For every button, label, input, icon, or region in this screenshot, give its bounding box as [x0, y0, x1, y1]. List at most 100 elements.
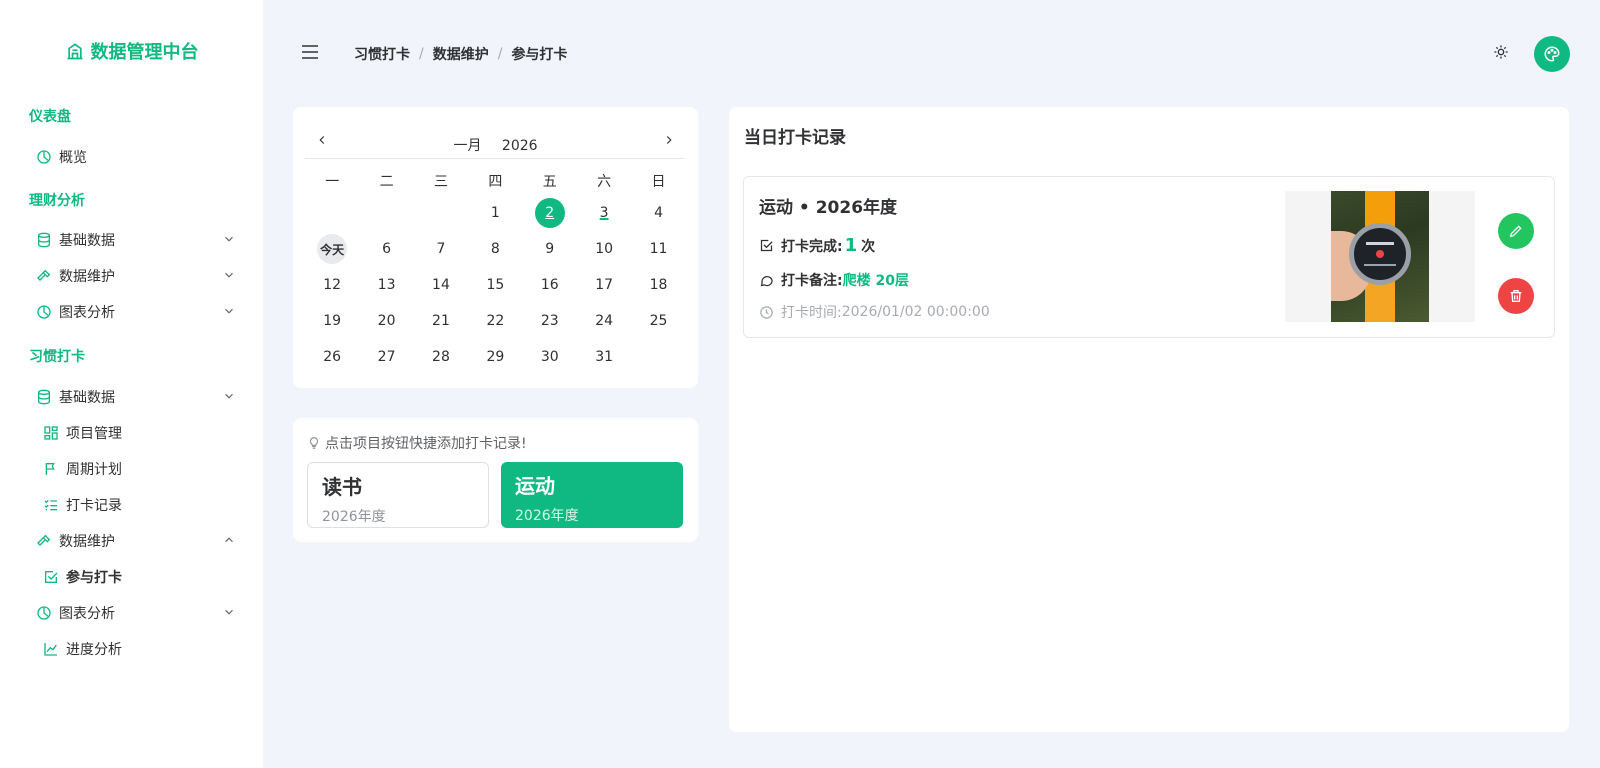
record-photo[interactable] — [1285, 191, 1475, 322]
calendar-day[interactable]: 21 — [426, 306, 456, 336]
breadcrumb-item[interactable]: 数据维护 — [433, 44, 489, 64]
breadcrumb-item[interactable]: 习惯打卡 — [354, 44, 410, 64]
calendar-day-cell[interactable]: 2 — [523, 198, 577, 228]
calendar-day-cell[interactable]: 10 — [577, 234, 631, 264]
calendar-day[interactable]: 2 — [534, 198, 565, 228]
chevron-up-icon[interactable] — [222, 533, 236, 547]
chevron-down-icon[interactable] — [222, 232, 236, 246]
habit-button-exercise[interactable]: 运动 2026年度 — [501, 462, 683, 528]
calendar-day[interactable]: 12 — [317, 270, 347, 300]
calendar-day[interactable]: 9 — [535, 234, 565, 264]
habit-button-reading[interactable]: 读书 2026年度 — [307, 462, 489, 528]
calendar-day[interactable]: 11 — [644, 234, 674, 264]
pie-chart-icon — [36, 605, 52, 621]
calendar-day[interactable]: 14 — [426, 270, 456, 300]
calendar-day-cell[interactable]: 22 — [468, 306, 522, 336]
calendar-day[interactable]: 27 — [372, 342, 402, 372]
calendar-day-cell[interactable]: 24 — [577, 306, 631, 336]
sidebar-item-habit-base[interactable]: 基础数据 — [36, 384, 236, 410]
calendar-day-cell[interactable]: 25 — [631, 306, 685, 336]
calendar-day-cell[interactable]: 6 — [359, 234, 413, 264]
calendar-day-cell[interactable]: 16 — [523, 270, 577, 300]
calendar-day[interactable]: 24 — [589, 306, 619, 336]
calendar-day[interactable]: 16 — [535, 270, 565, 300]
calendar-day-cell[interactable]: 14 — [414, 270, 468, 300]
calendar-grid: 一二三四五六日 1 2 3 4 今天 6 7 8 9 10 11 12 13 14 15 16 17 18 19 20 2… — [305, 167, 686, 375]
calendar-day[interactable]: 3 — [589, 198, 619, 228]
brand[interactable]: 数据管理中台 — [0, 36, 263, 66]
pie-chart-icon — [36, 304, 52, 320]
chevron-down-icon[interactable] — [222, 268, 236, 282]
sidebar-item-overview[interactable]: 概览 — [36, 144, 236, 170]
sidebar-item-finance-maint[interactable]: 数据维护 — [36, 263, 236, 289]
calendar-day[interactable]: 18 — [644, 270, 674, 300]
sidebar-item-finance-chart[interactable]: 图表分析 — [36, 299, 236, 325]
calendar-day-cell[interactable]: 23 — [523, 306, 577, 336]
calendar-day[interactable]: 26 — [317, 342, 347, 372]
calendar-day[interactable]: 17 — [589, 270, 619, 300]
calendar-day[interactable]: 13 — [372, 270, 402, 300]
calendar-day-cell[interactable]: 29 — [468, 342, 522, 372]
calendar-day-cell[interactable]: 17 — [577, 270, 631, 300]
sidebar-item-progress-analysis[interactable]: 进度分析 — [43, 636, 243, 662]
calendar-day-cell[interactable]: 27 — [359, 342, 413, 372]
calendar-day[interactable]: 25 — [644, 306, 674, 336]
calendar-day-cell[interactable]: 7 — [414, 234, 468, 264]
sidebar-item-habit-chart[interactable]: 图表分析 — [36, 600, 236, 626]
sidebar-item-cycle-plan[interactable]: 周期计划 — [43, 456, 243, 482]
calendar-day-cell[interactable]: 1 — [468, 198, 522, 228]
sidebar-item-label: 打卡记录 — [66, 498, 122, 514]
calendar-day-cell[interactable]: 20 — [359, 306, 413, 336]
record-done-line: 打卡完成: 1 次 — [759, 235, 875, 256]
calendar-day[interactable]: 31 — [589, 342, 619, 372]
calendar-today[interactable]: 今天 — [317, 234, 348, 264]
calendar-day-cell[interactable]: 12 — [305, 270, 359, 300]
calendar-year[interactable]: 2026 — [502, 138, 538, 154]
calendar-day-cell[interactable]: 今天 — [305, 234, 359, 264]
calendar-day[interactable]: 22 — [480, 306, 510, 336]
calendar-day-cell[interactable]: 30 — [523, 342, 577, 372]
trash-icon — [1508, 288, 1524, 304]
calendar-day-cell[interactable]: 31 — [577, 342, 631, 372]
chevron-down-icon[interactable] — [222, 389, 236, 403]
sidebar-item-checkin-records[interactable]: 打卡记录 — [43, 492, 243, 518]
calendar-day-cell[interactable]: 15 — [468, 270, 522, 300]
delete-button[interactable] — [1498, 278, 1534, 314]
calendar-day[interactable]: 4 — [644, 198, 674, 228]
calendar-day-cell[interactable]: 9 — [523, 234, 577, 264]
chevron-down-icon[interactable] — [222, 605, 236, 619]
calendar-day[interactable]: 15 — [480, 270, 510, 300]
calendar-day[interactable]: 29 — [480, 342, 510, 372]
calendar-day[interactable]: 28 — [426, 342, 456, 372]
edit-button[interactable] — [1498, 213, 1534, 249]
calendar-day-cell[interactable]: 8 — [468, 234, 522, 264]
sidebar-item-project-mgmt[interactable]: 项目管理 — [43, 420, 243, 446]
calendar-day[interactable]: 7 — [426, 234, 456, 264]
calendar-day[interactable]: 6 — [372, 234, 402, 264]
calendar-day[interactable]: 20 — [372, 306, 402, 336]
calendar-month[interactable]: 一月 — [453, 138, 481, 154]
calendar-day[interactable]: 8 — [480, 234, 510, 264]
calendar-day-cell[interactable]: 3 — [577, 198, 631, 228]
calendar-day-cell[interactable]: 18 — [631, 270, 685, 300]
theme-palette-button[interactable] — [1534, 36, 1570, 72]
calendar-day[interactable]: 30 — [535, 342, 565, 372]
calendar-day-cell[interactable]: 28 — [414, 342, 468, 372]
calendar-day[interactable]: 19 — [317, 306, 347, 336]
calendar-day[interactable]: 1 — [480, 198, 510, 228]
calendar-day-cell[interactable]: 13 — [359, 270, 413, 300]
calendar-day-cell[interactable]: 11 — [631, 234, 685, 264]
calendar-day-cell[interactable]: 26 — [305, 342, 359, 372]
calendar-day[interactable]: 23 — [535, 306, 565, 336]
sidebar-item-join-checkin[interactable]: 参与打卡 — [43, 564, 243, 590]
theme-toggle-sun-icon[interactable] — [1493, 44, 1509, 60]
calendar-day[interactable]: 10 — [589, 234, 619, 264]
sidebar-item-habit-maint[interactable]: 数据维护 — [36, 528, 236, 554]
menu-toggle-icon[interactable] — [301, 44, 319, 60]
chevron-right-icon[interactable] — [662, 133, 676, 147]
calendar-day-cell[interactable]: 4 — [631, 198, 685, 228]
calendar-day-cell[interactable]: 21 — [414, 306, 468, 336]
chevron-down-icon[interactable] — [222, 304, 236, 318]
sidebar-item-finance-base[interactable]: 基础数据 — [36, 227, 236, 253]
calendar-day-cell[interactable]: 19 — [305, 306, 359, 336]
